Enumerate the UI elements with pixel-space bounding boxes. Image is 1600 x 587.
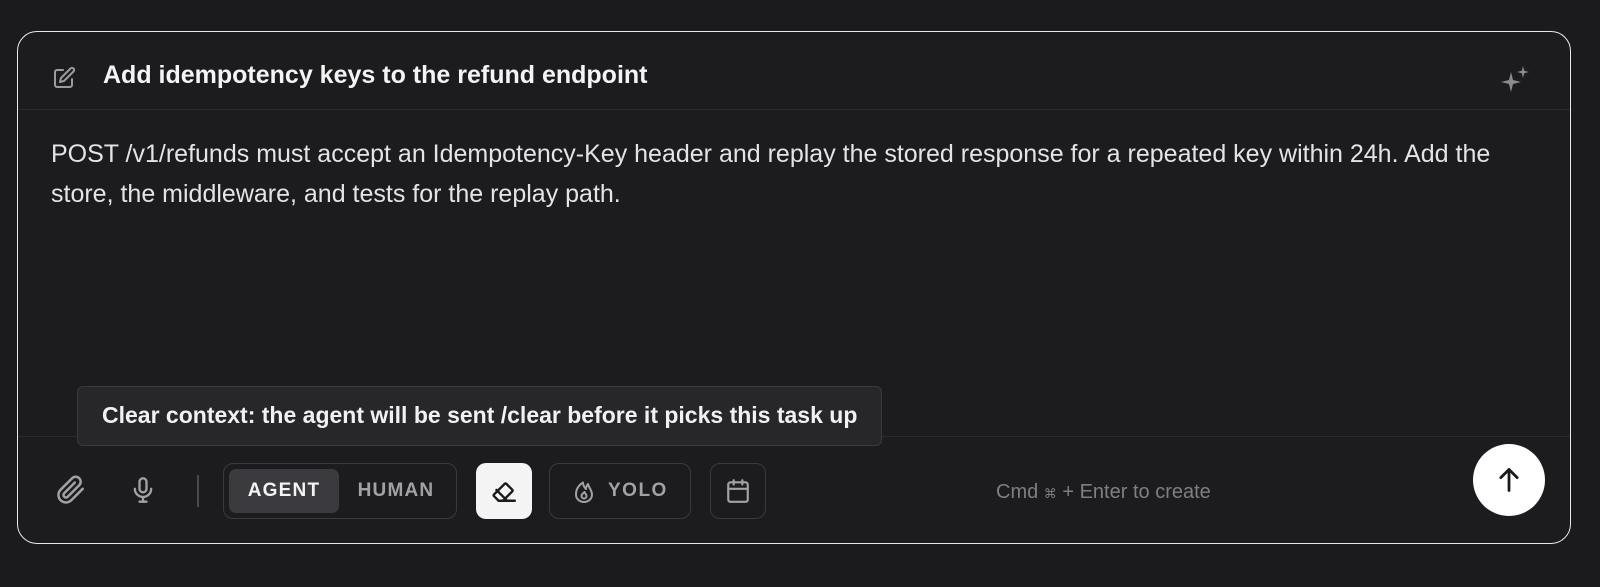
sparkles-icon[interactable] [1500, 65, 1530, 93]
keyboard-hint: Cmd ⌘ + Enter to create [996, 481, 1211, 504]
create-task-button[interactable] [1473, 444, 1545, 516]
hint-prefix: Cmd [996, 481, 1039, 503]
schedule-button[interactable] [710, 463, 766, 519]
edit-icon [52, 66, 76, 90]
yolo-label: YOLO [608, 480, 668, 501]
microphone-icon[interactable] [129, 475, 157, 505]
clear-context-tooltip: Clear context: the agent will be sent /c… [77, 386, 883, 446]
hint-suffix: + Enter to create [1062, 481, 1211, 503]
yolo-button[interactable]: YOLO [549, 463, 691, 519]
human-toggle-option[interactable]: HUMAN [342, 469, 450, 513]
command-key-symbol: ⌘ [1043, 486, 1057, 501]
task-composer: Add idempotency keys to the refund endpo… [17, 31, 1571, 544]
clear-context-button[interactable] [476, 463, 532, 519]
assignee-toggle: AGENT HUMAN [223, 463, 457, 519]
task-title-input[interactable]: Add idempotency keys to the refund endpo… [103, 61, 647, 90]
toolbar-divider [197, 475, 199, 507]
task-description-input[interactable]: POST /v1/refunds must accept an Idempote… [51, 134, 1531, 214]
paperclip-icon[interactable] [56, 475, 86, 505]
composer-header: Add idempotency keys to the refund endpo… [18, 32, 1570, 110]
agent-toggle-option[interactable]: AGENT [229, 469, 339, 513]
